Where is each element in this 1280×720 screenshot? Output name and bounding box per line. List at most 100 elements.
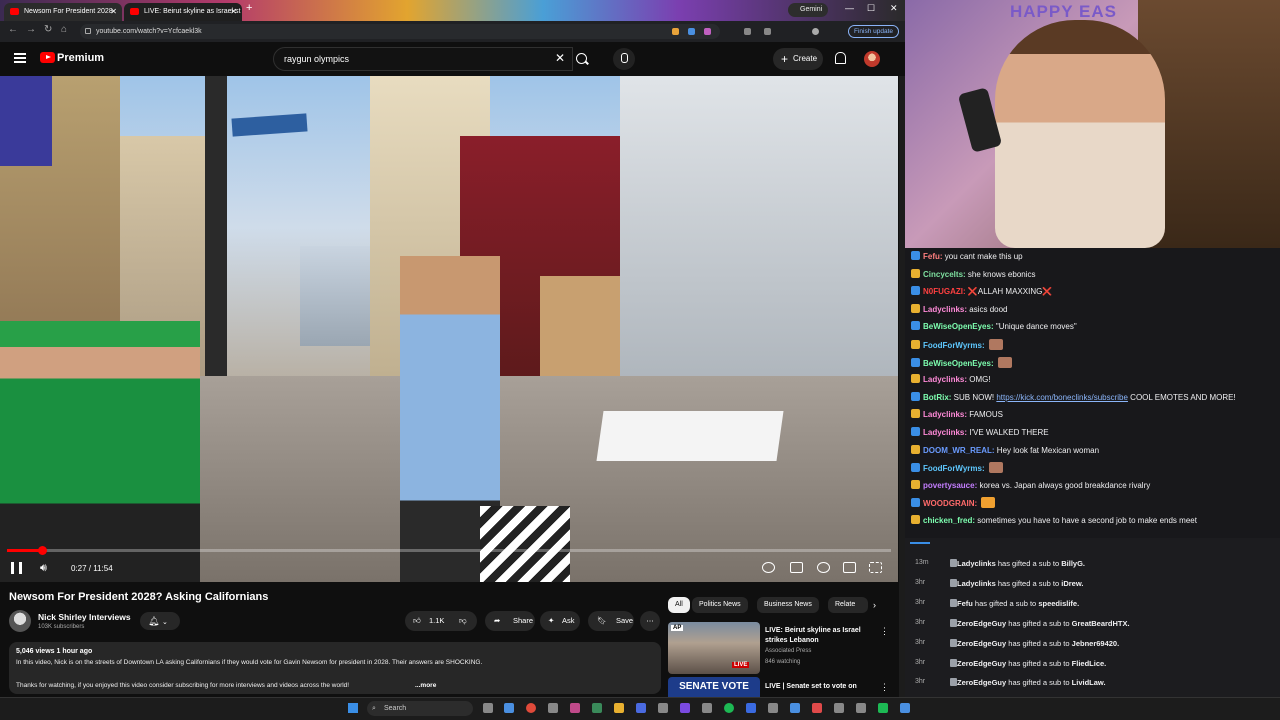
extension-icon[interactable]	[672, 28, 679, 35]
related-more-icon[interactable]: ⋮	[880, 682, 889, 693]
ask-button[interactable]: ✦ Ask	[540, 611, 580, 631]
autoplay-toggle-icon[interactable]	[762, 562, 775, 573]
forward-icon[interactable]: →	[26, 24, 36, 35]
app-icon[interactable]	[834, 703, 844, 713]
captions-icon[interactable]	[790, 562, 803, 573]
app-icon[interactable]	[592, 703, 602, 713]
browser-tab-newsom[interactable]: Newsom For President 2028 ✕	[4, 3, 122, 21]
pause-button[interactable]	[11, 562, 22, 574]
voice-search-icon[interactable]	[613, 48, 635, 70]
edge-icon[interactable]	[504, 703, 514, 713]
fullscreen-icon[interactable]	[869, 562, 882, 573]
app-icon[interactable]	[570, 703, 580, 713]
chevron-right-icon[interactable]: ›	[873, 600, 876, 610]
miniplayer-icon[interactable]	[843, 562, 856, 573]
like-button[interactable]: 👍︎ 1.1K 👎︎	[405, 611, 477, 631]
chat-username[interactable]: BeWiseOpenEyes:	[923, 322, 994, 331]
search-icon[interactable]	[576, 53, 587, 64]
profile-icon[interactable]	[812, 28, 819, 35]
account-avatar[interactable]	[864, 51, 880, 67]
thumbs-down-icon[interactable]: 👎︎	[459, 611, 467, 631]
chat-username[interactable]: chicken_fred:	[923, 516, 975, 525]
clear-search-icon[interactable]: ✕	[555, 51, 565, 65]
chip-related[interactable]: Relate	[828, 597, 868, 613]
chat-username[interactable]: Ladyclinks:	[923, 428, 967, 437]
close-window-button[interactable]: ✕	[890, 3, 898, 14]
chat-username[interactable]: povertysauce:	[923, 481, 977, 490]
chat-username[interactable]: N0FUGAZI:	[923, 287, 966, 296]
notifications-bell-icon[interactable]	[835, 52, 846, 64]
tab-close-icon[interactable]: ✕	[110, 3, 117, 21]
volume-icon[interactable]: 🔊︎	[40, 562, 47, 575]
channel-name[interactable]: Nick Shirley Interviews	[38, 612, 131, 622]
more-actions-button[interactable]: ⋯	[640, 611, 660, 631]
chip-business-news[interactable]: Business News	[757, 597, 819, 613]
new-tab-button[interactable]: +	[246, 2, 252, 14]
chat-username[interactable]: BotRix:	[923, 393, 951, 402]
chrome-icon[interactable]	[526, 703, 536, 713]
chat-username[interactable]: BeWiseOpenEyes:	[923, 359, 994, 368]
site-info-icon[interactable]	[85, 28, 91, 34]
channel-avatar[interactable]	[9, 610, 31, 632]
subscribed-bell-button[interactable]: 🔔︎ ⌄	[140, 612, 180, 630]
chip-politics-news[interactable]: Politics News	[692, 597, 748, 613]
windows-start-icon[interactable]	[348, 703, 358, 713]
related-thumbnail[interactable]: SENATE VOTE	[668, 677, 760, 697]
youtube-logo-icon[interactable]	[40, 52, 55, 63]
extension-icon[interactable]	[704, 28, 711, 35]
chat-username[interactable]: Cincycelts:	[923, 270, 966, 279]
finish-update-button[interactable]: Finish update	[848, 25, 900, 38]
extensions-puzzle-icon[interactable]	[764, 28, 771, 35]
hamburger-menu-icon[interactable]	[14, 53, 26, 63]
home-icon[interactable]: ⌂	[61, 24, 67, 35]
youtube-premium-wordmark[interactable]: Premium	[57, 52, 104, 64]
chat-username[interactable]: Ladyclinks:	[923, 410, 967, 419]
related-thumbnail[interactable]: AP LIVE	[668, 622, 760, 674]
search-input[interactable]: raygun olympics	[273, 47, 573, 71]
browser-tab-beirut[interactable]: LIVE: Beirut skyline as Israel st ✕	[124, 3, 242, 21]
app-icon[interactable]	[856, 703, 866, 713]
chat-username[interactable]: FoodForWyrms:	[923, 464, 985, 473]
chat-username[interactable]: WOODGRAIN:	[923, 499, 977, 508]
app-icon[interactable]	[768, 703, 778, 713]
task-view-icon[interactable]	[483, 703, 493, 713]
minimize-button[interactable]: —	[845, 3, 854, 13]
gemini-button[interactable]: Gemini	[788, 3, 828, 17]
app-icon[interactable]	[878, 703, 888, 713]
save-button[interactable]: 🔖︎ Save	[588, 611, 634, 631]
extension-icon[interactable]	[688, 28, 695, 35]
chat-link[interactable]: https://kick.com/boneclinks/subscribe	[996, 393, 1128, 402]
spotify-icon[interactable]	[724, 703, 734, 713]
app-icon[interactable]	[548, 703, 558, 713]
app-icon[interactable]	[658, 703, 668, 713]
chat-username[interactable]: Fefu:	[923, 252, 943, 261]
description-more-link[interactable]: ...more	[415, 682, 436, 689]
related-title[interactable]: LIVE | Senate set to vote on	[765, 682, 857, 691]
related-channel[interactable]: Associated Press	[765, 648, 811, 654]
app-icon[interactable]	[790, 703, 800, 713]
share-button[interactable]: ➦ Share	[485, 611, 535, 631]
chat-username[interactable]: Ladyclinks:	[923, 375, 967, 384]
folder-icon[interactable]	[614, 703, 624, 713]
app-icon[interactable]	[636, 703, 646, 713]
maximize-button[interactable]: ☐	[867, 3, 875, 14]
chat-username[interactable]: FoodForWyrms:	[923, 341, 985, 350]
chat-username[interactable]: Ladyclinks:	[923, 305, 967, 314]
url-field[interactable]: youtube.com/watch?v=Ycfcaekl3k	[80, 24, 720, 39]
settings-gear-icon[interactable]	[817, 562, 830, 573]
reload-icon[interactable]: ↻	[44, 24, 52, 35]
tab-close-icon[interactable]: ✕	[230, 3, 237, 21]
app-icon[interactable]	[680, 703, 690, 713]
related-title[interactable]: strikes Lebanon	[765, 636, 819, 645]
app-icon[interactable]	[746, 703, 756, 713]
related-more-icon[interactable]: ⋮	[880, 626, 889, 637]
extension-icon[interactable]	[744, 28, 751, 35]
create-button[interactable]: + Create	[773, 48, 823, 70]
back-icon[interactable]: ←	[8, 24, 18, 35]
app-icon[interactable]	[900, 703, 910, 713]
chip-all[interactable]: All	[668, 597, 690, 613]
taskbar-search[interactable]: ⌕ Search	[367, 701, 473, 716]
video-progress-bar[interactable]	[7, 546, 891, 555]
video-player[interactable]	[0, 76, 898, 582]
app-icon[interactable]	[812, 703, 822, 713]
